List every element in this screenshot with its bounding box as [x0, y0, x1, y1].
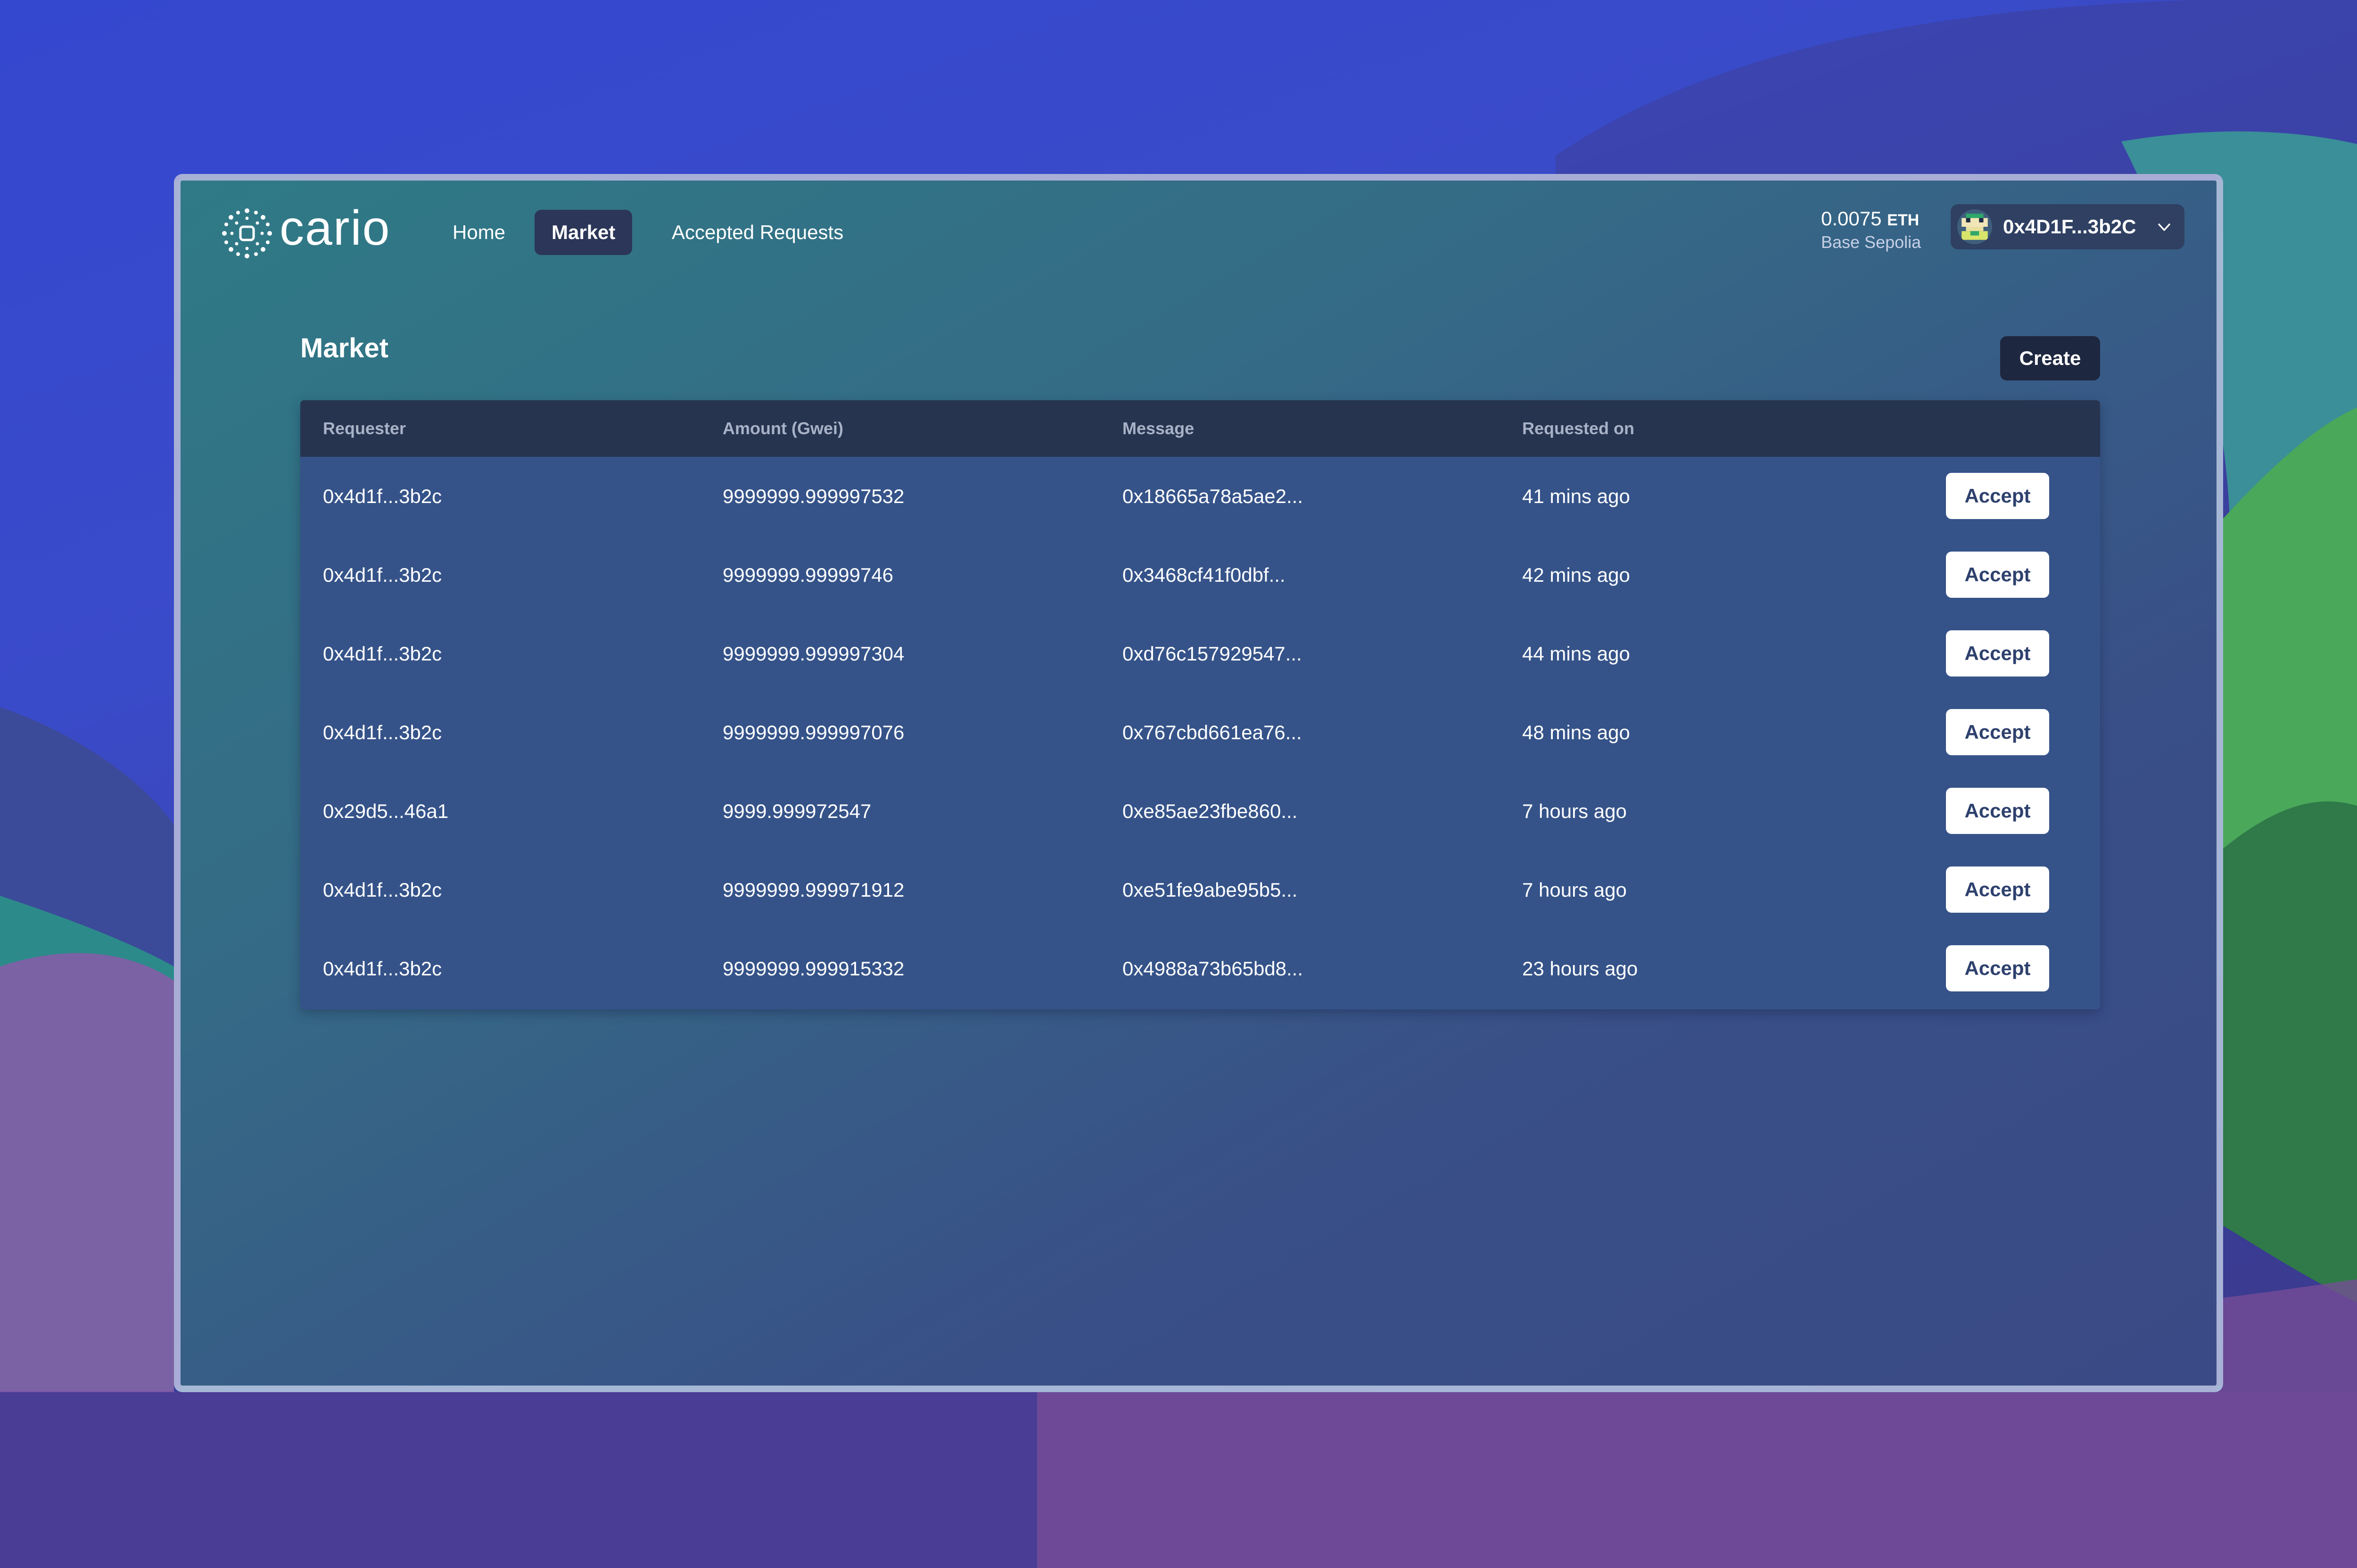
desktop: cario Home Market Accepted Requests 0.00…	[0, 0, 2357, 1568]
pixel-avatar-icon	[1957, 209, 1992, 244]
message-cell: 0xe85ae23fbe860...	[1122, 800, 1298, 822]
requester-cell: 0x4d1f...3b2c	[323, 957, 442, 980]
nav-accepted-requests[interactable]: Accepted Requests	[655, 210, 860, 255]
message-cell: 0x18665a78a5ae2...	[1122, 485, 1303, 507]
accept-button[interactable]: Accept	[1946, 630, 2049, 677]
message-cell: 0x3468cf41f0dbf...	[1122, 564, 1286, 586]
requested-on-cell: 7 hours ago	[1522, 879, 1627, 901]
page-title: Market	[300, 333, 388, 363]
amount-cell: 9999999.999915332	[723, 957, 905, 980]
accept-button[interactable]: Accept	[1946, 945, 2049, 991]
nav-market[interactable]: Market	[535, 210, 633, 255]
brand-name[interactable]: cario	[280, 198, 390, 259]
requested-on-cell: 48 mins ago	[1522, 721, 1630, 743]
table-row: 0x4d1f...3b2c 9999999.999997076 0x767cbd…	[300, 693, 2100, 772]
accept-button[interactable]: Accept	[1946, 552, 2049, 598]
column-header-requested-on: Requested on	[1522, 419, 1635, 438]
column-header-requester: Requester	[323, 419, 406, 438]
amount-cell: 9999999.99999746	[723, 564, 894, 586]
requester-cell: 0x4d1f...3b2c	[323, 485, 442, 507]
requested-on-cell: 42 mins ago	[1522, 564, 1630, 586]
table-row: 0x29d5...46a1 9999.999972547 0xe85ae23fb…	[300, 772, 2100, 850]
table-row: 0x4d1f...3b2c 9999999.999971912 0xe51fe9…	[300, 850, 2100, 929]
create-button[interactable]: Create	[2000, 336, 2100, 380]
accept-button[interactable]: Accept	[1946, 473, 2049, 519]
accept-button[interactable]: Accept	[1946, 788, 2049, 834]
top-navbar: cario Home Market Accepted Requests 0.00…	[181, 181, 2217, 275]
accept-button[interactable]: Accept	[1946, 709, 2049, 755]
chevron-down-icon	[2158, 223, 2170, 231]
amount-cell: 9999999.999997304	[723, 643, 905, 665]
balance-unit: ETH	[1887, 211, 1920, 229]
wallet-balance: 0.0075 ETH Base Sepolia	[1821, 207, 1929, 253]
requester-cell: 0x4d1f...3b2c	[323, 721, 442, 743]
requested-on-cell: 41 mins ago	[1522, 485, 1630, 507]
balance-amount-line: 0.0075 ETH	[1821, 207, 1929, 232]
message-cell: 0x767cbd661ea76...	[1122, 721, 1302, 743]
table-row: 0x4d1f...3b2c 9999999.99999746 0x3468cf4…	[300, 536, 2100, 614]
amount-cell: 9999999.999997076	[723, 721, 905, 743]
requested-on-cell: 23 hours ago	[1522, 957, 1638, 980]
table-row: 0x4d1f...3b2c 9999999.999997532 0x18665a…	[300, 457, 2100, 536]
table-row: 0x4d1f...3b2c 9999999.999915332 0x4988a7…	[300, 929, 2100, 1008]
message-cell: 0xd76c157929547...	[1122, 643, 1302, 665]
app-window: cario Home Market Accepted Requests 0.00…	[174, 174, 2223, 1392]
requester-cell: 0x4d1f...3b2c	[323, 643, 442, 665]
requested-on-cell: 44 mins ago	[1522, 643, 1630, 665]
amount-cell: 9999999.999997532	[723, 485, 905, 507]
account-button[interactable]: 0x4D1F...3b2C	[1951, 204, 2184, 249]
balance-amount: 0.0075	[1821, 207, 1882, 230]
accept-button[interactable]: Accept	[1946, 867, 2049, 913]
amount-cell: 9999.999972547	[723, 800, 872, 822]
market-table: Requester Amount (Gwei) Message Requeste…	[300, 400, 2100, 1009]
table-header: Requester Amount (Gwei) Message Requeste…	[300, 400, 2100, 457]
requester-cell: 0x4d1f...3b2c	[323, 879, 442, 901]
account-address: 0x4D1F...3b2C	[2003, 215, 2136, 238]
amount-cell: 9999999.999971912	[723, 879, 905, 901]
requester-cell: 0x4d1f...3b2c	[323, 564, 442, 586]
nav-home[interactable]: Home	[436, 210, 522, 255]
column-header-message: Message	[1122, 419, 1195, 438]
table-row: 0x4d1f...3b2c 9999999.999997304 0xd76c15…	[300, 614, 2100, 693]
message-cell: 0x4988a73b65bd8...	[1122, 957, 1303, 980]
cario-logo-icon[interactable]	[221, 207, 273, 260]
column-header-amount: Amount (Gwei)	[723, 419, 843, 438]
requested-on-cell: 7 hours ago	[1522, 800, 1627, 822]
network-name: Base Sepolia	[1821, 232, 1921, 252]
requester-cell: 0x29d5...46a1	[323, 800, 449, 822]
message-cell: 0xe51fe9abe95b5...	[1122, 879, 1298, 901]
